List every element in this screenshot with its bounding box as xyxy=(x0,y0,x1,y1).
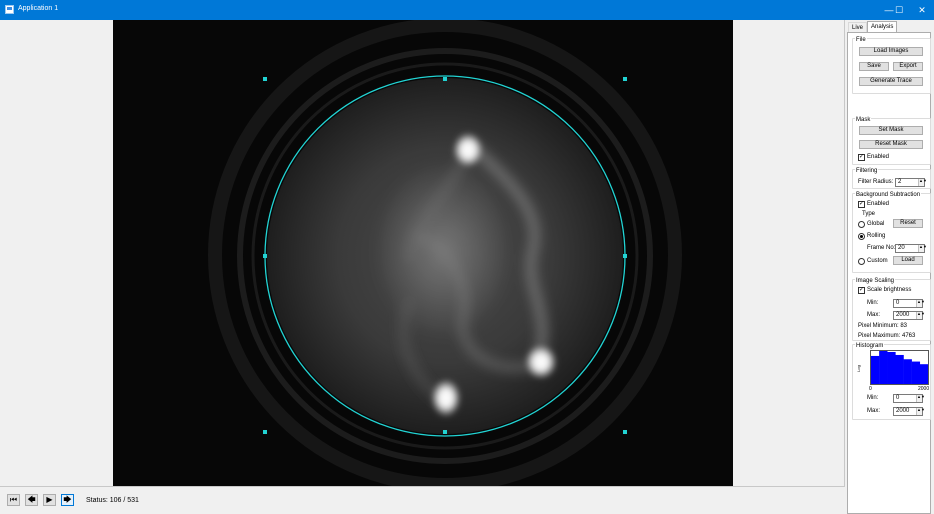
background-subtraction-group: Background Subtraction ✓ Enabled Type Gl… xyxy=(852,192,931,273)
mask-enabled-checkbox[interactable]: ✓ xyxy=(858,154,865,161)
frame-no-input[interactable]: 20 ▲▼ xyxy=(895,244,927,253)
histogram-max-label: Max: xyxy=(867,408,881,414)
histogram-max-input[interactable]: 2000 ▲▼ xyxy=(893,407,925,416)
scaling-max-spinner[interactable]: ▲▼ xyxy=(916,312,925,319)
histogram-chart xyxy=(870,350,929,385)
play-button[interactable]: ▶ xyxy=(43,494,56,506)
microscope-image xyxy=(113,20,733,486)
histogram-min-spinner[interactable]: ▲▼ xyxy=(916,395,925,402)
window-title: Application 1 xyxy=(18,5,59,12)
histogram-bar xyxy=(903,359,912,384)
scale-brightness-checkbox[interactable]: ✓ xyxy=(858,287,865,294)
histogram-max-spinner[interactable]: ▲▼ xyxy=(916,408,925,415)
filtering-group-label: Filtering xyxy=(855,168,879,174)
image-scaling-group: Image Scaling ✓ Scale brightness Min: 0 ▲… xyxy=(852,278,931,341)
rolling-radio[interactable] xyxy=(858,233,865,240)
custom-radio[interactable] xyxy=(858,258,865,265)
mask-group: Mask Set Mask Reset Mask ✓ Enabled xyxy=(852,117,931,165)
app-icon xyxy=(5,5,14,14)
file-group-label: File xyxy=(855,37,867,43)
background-load-button[interactable]: Load xyxy=(893,256,923,265)
pixel-maximum-text: Pixel Maximum: 4763 xyxy=(858,333,916,339)
histogram-x-min: 0 xyxy=(869,386,872,392)
scaling-max-input[interactable]: 2000 ▲▼ xyxy=(893,311,925,320)
rolling-label: Rolling xyxy=(867,233,886,239)
histogram-bar xyxy=(911,361,921,384)
close-button[interactable]: ✕ xyxy=(911,0,933,20)
previous-frame-button[interactable]: 🡄 xyxy=(25,494,38,506)
playback-bar: ⏮ 🡄 ▶ 🡆 Status: 106 / 531 xyxy=(0,486,845,514)
scaling-min-label: Min: xyxy=(867,300,879,306)
image-viewer[interactable] xyxy=(113,20,733,486)
filter-radius-label: Filter Radius: xyxy=(858,179,894,185)
histogram-min-input[interactable]: 0 ▲▼ xyxy=(893,394,925,403)
scaling-group-label: Image Scaling xyxy=(855,278,896,284)
histogram-bar xyxy=(887,351,896,384)
frame-no-spinner[interactable]: ▲▼ xyxy=(918,245,927,252)
background-enabled-checkbox[interactable]: ✓ xyxy=(858,201,865,208)
histogram-bar xyxy=(919,364,928,384)
histogram-group: Histogram Log 0 2000 Min: 0 ▲▼ Max: 2000 ▲… xyxy=(852,343,931,420)
save-button[interactable]: Save xyxy=(859,62,889,71)
analysis-tab-body: File Load Images Save Export Generate Tr… xyxy=(847,32,931,514)
export-button[interactable]: Export xyxy=(893,62,923,71)
scale-brightness-label: Scale brightness xyxy=(867,287,912,293)
filter-radius-input[interactable]: 2 ▲▼ xyxy=(895,178,927,187)
next-frame-button[interactable]: 🡆 xyxy=(61,494,74,506)
maximize-button[interactable]: ☐ xyxy=(888,0,910,20)
filtering-group: Filtering Filter Radius: 2 ▲▼ xyxy=(852,168,931,189)
background-group-label: Background Subtraction xyxy=(855,192,922,198)
generate-trace-button[interactable]: Generate Trace xyxy=(859,77,923,86)
frame-no-label: Frame No: xyxy=(867,245,896,251)
histogram-bar xyxy=(871,355,880,384)
histogram-min-label: Min: xyxy=(867,395,879,401)
background-enabled-label: Enabled xyxy=(867,201,890,207)
background-reset-button[interactable]: Reset xyxy=(893,219,923,228)
reset-mask-button[interactable]: Reset Mask xyxy=(859,140,923,149)
histogram-x-max: 2000 xyxy=(918,386,930,392)
title-bar: Application 1 — ☐ ✕ xyxy=(0,0,934,20)
first-frame-button[interactable]: ⏮ xyxy=(7,494,20,506)
file-group: File Load Images Save Export Generate Tr… xyxy=(852,37,931,94)
background-type-label: Type xyxy=(862,211,876,217)
pixel-minimum-text: Pixel Minimum: 83 xyxy=(858,323,908,329)
control-panel: Live Analysis File Load Images Save Expo… xyxy=(845,20,934,514)
set-mask-button[interactable]: Set Mask xyxy=(859,126,923,135)
scaling-max-label: Max: xyxy=(867,312,881,318)
histogram-bars xyxy=(871,351,928,384)
custom-label: Custom xyxy=(867,258,888,264)
scaling-min-spinner[interactable]: ▲▼ xyxy=(916,300,925,307)
histogram-y-label: Log xyxy=(855,365,861,372)
global-label: Global xyxy=(867,221,885,227)
mask-group-label: Mask xyxy=(855,117,872,123)
scaling-min-input[interactable]: 0 ▲▼ xyxy=(893,299,925,308)
histogram-group-label: Histogram xyxy=(855,343,885,349)
histogram-bar xyxy=(879,351,888,384)
load-images-button[interactable]: Load Images xyxy=(859,47,923,56)
status-text: Status: 106 / 531 xyxy=(86,497,139,504)
filter-radius-spinner[interactable]: ▲▼ xyxy=(918,179,927,186)
histogram-bar xyxy=(895,354,904,384)
global-radio[interactable] xyxy=(858,221,865,228)
mask-enabled-label: Enabled xyxy=(867,154,890,160)
